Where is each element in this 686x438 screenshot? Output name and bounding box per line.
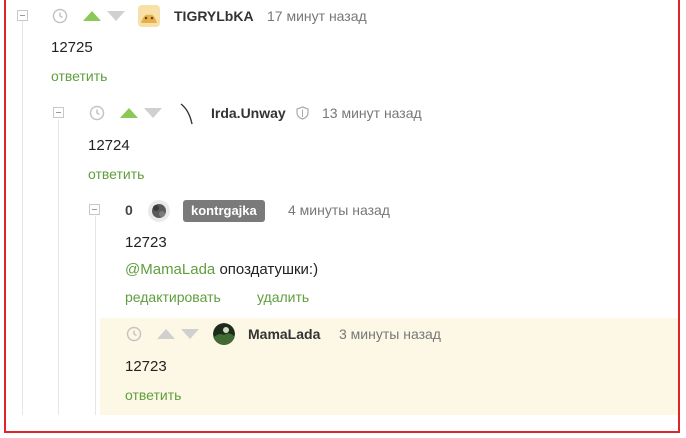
collapse-icon[interactable] bbox=[53, 107, 64, 118]
shield-icon bbox=[296, 106, 309, 120]
upvote-icon bbox=[120, 108, 138, 118]
clock-icon bbox=[126, 326, 142, 342]
vote-controls bbox=[157, 329, 199, 339]
collapse-icon[interactable] bbox=[89, 204, 100, 215]
comment-text: 12723 bbox=[125, 234, 167, 251]
comment-author[interactable]: MamaLada bbox=[248, 326, 320, 342]
comment-text: 12723 bbox=[125, 358, 167, 375]
comment-rating: 0 bbox=[125, 202, 133, 218]
comment-author-badge[interactable]: kontrgajka bbox=[183, 200, 265, 222]
avatar[interactable] bbox=[138, 5, 160, 27]
edit-button[interactable]: редактировать bbox=[125, 289, 221, 305]
upvote-icon bbox=[83, 11, 101, 21]
avatar[interactable] bbox=[213, 323, 235, 345]
vote-controls bbox=[120, 108, 162, 118]
downvote-icon bbox=[181, 329, 199, 339]
mention-link[interactable]: @MamaLada bbox=[125, 261, 215, 278]
reply-button[interactable]: ответить bbox=[88, 166, 144, 182]
upvote-icon bbox=[157, 329, 175, 339]
comment-time[interactable]: 13 минут назад bbox=[322, 105, 422, 121]
comment-time[interactable]: 17 минут назад bbox=[267, 8, 367, 24]
comment-text: 12724 bbox=[88, 137, 130, 154]
avatar[interactable] bbox=[175, 102, 199, 126]
clock-icon bbox=[52, 8, 68, 24]
reply-button[interactable]: ответить bbox=[125, 387, 181, 403]
delete-button[interactable]: удалить bbox=[257, 289, 309, 305]
vote-controls bbox=[83, 11, 125, 21]
thread-line bbox=[95, 216, 96, 415]
avatar[interactable] bbox=[147, 199, 171, 223]
comment-author[interactable]: TIGRYLbKA bbox=[174, 8, 254, 24]
comment-time[interactable]: 4 минуты назад bbox=[288, 202, 390, 218]
reply-button[interactable]: ответить bbox=[51, 68, 107, 84]
collapse-icon[interactable] bbox=[17, 10, 28, 21]
thread-line bbox=[22, 20, 23, 415]
comment-author[interactable]: Irda.Unway bbox=[211, 105, 286, 121]
comment-time[interactable]: 3 минуты назад bbox=[339, 326, 441, 342]
downvote-icon bbox=[107, 11, 125, 21]
downvote-icon bbox=[144, 108, 162, 118]
comment-text: 12725 bbox=[51, 39, 93, 56]
comment-reply-line: @MamaLada опоздатушки:) bbox=[125, 261, 318, 278]
clock-icon bbox=[89, 105, 105, 121]
thread-line bbox=[58, 120, 59, 415]
reply-text: опоздатушки:) bbox=[215, 261, 319, 278]
